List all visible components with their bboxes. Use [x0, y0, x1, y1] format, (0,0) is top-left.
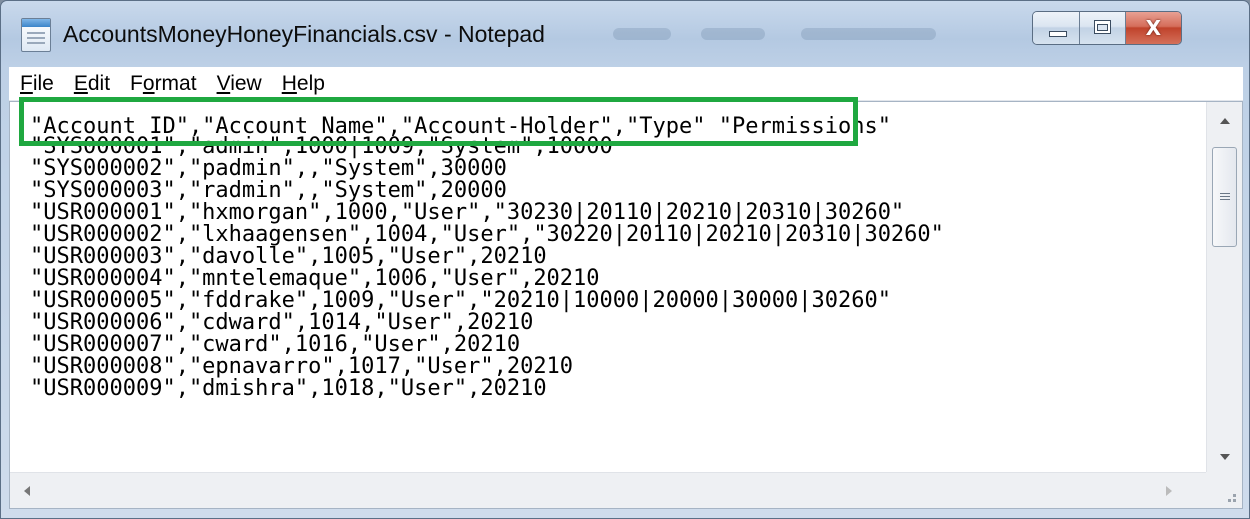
- close-button[interactable]: X: [1125, 12, 1181, 44]
- menu-help[interactable]: Help: [271, 72, 334, 96]
- menu-bar: File Edit Format View Help: [9, 67, 1243, 101]
- csv-line: "USR000005","fddrake",1009,"User","20210…: [30, 288, 891, 313]
- vertical-scrollbar[interactable]: [1206, 102, 1242, 472]
- csv-line: "USR000006","cdward",1014,"User",20210: [30, 310, 534, 335]
- close-icon: X: [1145, 16, 1162, 40]
- maximize-icon: [1094, 20, 1112, 34]
- csv-line: "USR000002","lxhaagensen",1004,"User","3…: [30, 222, 944, 247]
- csv-line: "USR000007","cward",1016,"User",20210: [30, 332, 521, 357]
- menu-edit[interactable]: Edit: [63, 72, 119, 96]
- notepad-window: AccountsMoneyHoneyFinancials.csv - Notep…: [0, 0, 1250, 519]
- csv-line: "SYS000003","radmin",,"System",20000: [30, 178, 507, 203]
- resize-grip-icon[interactable]: [1206, 472, 1242, 508]
- csv-line: "USR000004","mntelemaque",1006,"User",20…: [30, 266, 600, 291]
- menu-format[interactable]: Format: [119, 72, 206, 96]
- scroll-up-arrow-icon[interactable]: [1220, 118, 1230, 124]
- grip-icon: [1220, 193, 1230, 201]
- scroll-down-arrow-icon[interactable]: [1220, 454, 1230, 460]
- header-highlight-box: [19, 97, 858, 146]
- csv-line: "SYS000002","padmin",,"System",30000: [30, 156, 507, 181]
- title-bar[interactable]: AccountsMoneyHoneyFinancials.csv - Notep…: [1, 1, 1249, 67]
- csv-line: "USR000008","epnavarro",1017,"User",2021…: [30, 354, 574, 379]
- horizontal-scrollbar[interactable]: [10, 472, 1206, 508]
- notepad-icon[interactable]: [21, 18, 51, 52]
- menu-file[interactable]: File: [9, 72, 63, 96]
- text-editor[interactable]: "Account ID","Account Name","Account-Hol…: [9, 101, 1243, 509]
- minimize-icon: [1049, 31, 1067, 37]
- editor-content[interactable]: "Account ID","Account Name","Account-Hol…: [10, 102, 1206, 472]
- scroll-left-arrow-icon[interactable]: [24, 486, 30, 496]
- csv-line: "USR000003","davolle",1005,"User",20210: [30, 244, 547, 269]
- maximize-button[interactable]: [1080, 12, 1126, 44]
- csv-line: "USR000009","dmishra",1018,"User",20210: [30, 376, 547, 401]
- window-title: AccountsMoneyHoneyFinancials.csv - Notep…: [63, 21, 545, 47]
- minimize-button[interactable]: [1033, 12, 1081, 44]
- blurred-background-text: [613, 28, 671, 40]
- vertical-scroll-thumb[interactable]: [1212, 147, 1237, 247]
- blurred-background-text: [701, 28, 765, 40]
- window-controls: X: [1032, 11, 1182, 45]
- scroll-right-arrow-icon[interactable]: [1166, 486, 1172, 496]
- csv-line: "USR000001","hxmorgan",1000,"User","3023…: [30, 200, 905, 225]
- menu-view[interactable]: View: [206, 72, 271, 96]
- blurred-background-text: [801, 28, 936, 40]
